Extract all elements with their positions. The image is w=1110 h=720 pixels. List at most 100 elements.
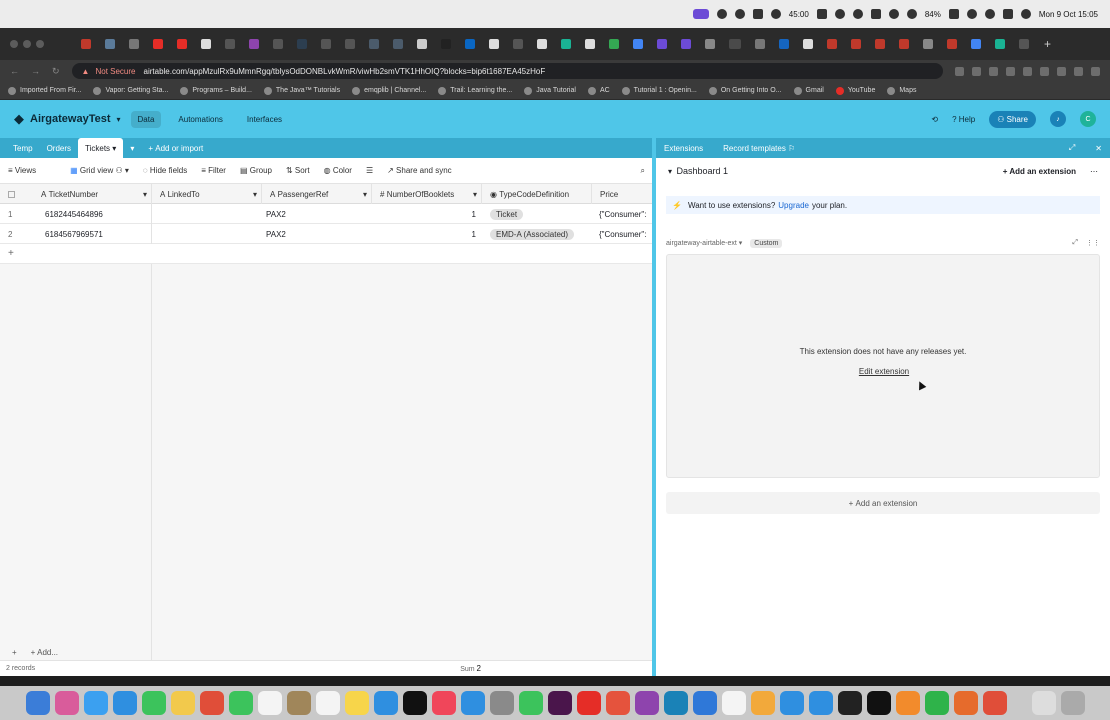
cell-price[interactable]: {"Consumer": [591, 204, 653, 224]
browser-tab[interactable] [899, 39, 909, 49]
bookmark[interactable]: Programs – Build... [180, 86, 252, 95]
reminders-icon[interactable] [315, 691, 340, 715]
close-icon[interactable]: ✕ [1095, 144, 1102, 153]
browser-tab[interactable] [417, 39, 427, 49]
facetime-icon[interactable] [228, 691, 253, 715]
textedit-icon[interactable] [721, 691, 746, 715]
cell-linkedto[interactable] [152, 204, 262, 224]
wifi-icon[interactable] [966, 9, 977, 19]
browser-tab[interactable] [827, 39, 837, 49]
browser-tab[interactable] [851, 39, 861, 49]
chrome-icon[interactable] [982, 691, 1007, 715]
table-tab-orders[interactable]: Orders [40, 138, 78, 158]
browser-tab[interactable] [755, 39, 765, 49]
nav-tab-automations[interactable]: Automations [171, 111, 229, 128]
fullscreen-icon[interactable]: ⤢ [1072, 239, 1078, 247]
browser-tab[interactable] [345, 39, 355, 49]
dashboard-name[interactable]: Dashboard 1 [676, 166, 728, 176]
more-tables-chevron-icon[interactable]: ▾ [123, 138, 141, 158]
bookmark-star-icon[interactable] [972, 66, 981, 76]
cell-typecodedefinition[interactable]: EMD-A (Associated) [482, 224, 592, 244]
freeform-icon[interactable] [373, 691, 398, 715]
reload-icon[interactable]: ↻ [52, 66, 60, 77]
browser-tab[interactable] [875, 39, 885, 49]
tab-record-templates[interactable]: Record templates ⚐ [723, 144, 795, 153]
cell-price[interactable]: {"Consumer": [591, 224, 653, 244]
table-row[interactable]: 1 6182445464896 PAX2 1 Ticket {"Consumer… [0, 204, 653, 224]
forward-icon[interactable]: → [31, 66, 40, 76]
url-text[interactable]: airtable.com/appMzulRx9uMmnRgq/tblysOdDO… [144, 67, 546, 76]
column-header-ticketnumber[interactable]: A TicketNumber ▾ [0, 184, 152, 204]
cell-linkedto[interactable] [152, 224, 262, 244]
bookmark[interactable]: Java Tutorial [524, 86, 576, 95]
trash-icon[interactable] [1060, 691, 1085, 715]
bookmark[interactable]: Imported From Fir... [8, 86, 81, 95]
bookmark[interactable]: Vapor: Getting Sta... [93, 86, 168, 95]
browser-tab[interactable] [947, 39, 957, 49]
browser-tab[interactable] [369, 39, 379, 49]
browser-tab[interactable] [273, 39, 283, 49]
share-icon[interactable] [955, 66, 964, 76]
browser-tab[interactable] [681, 39, 691, 49]
readdle-icon[interactable] [605, 691, 630, 715]
chevron-down-icon[interactable]: ▾ [473, 190, 477, 199]
add-extension-bottom-button[interactable]: + Add an extension [666, 492, 1100, 514]
bluetooth-icon[interactable] [870, 9, 881, 19]
menu-icon[interactable] [1091, 66, 1100, 76]
browser-tab[interactable] [81, 39, 91, 49]
postman-icon[interactable] [750, 691, 775, 715]
add-or-import-button[interactable]: + Add or import [141, 138, 210, 158]
back-icon[interactable]: ← [10, 66, 19, 76]
column-header-price[interactable]: Price [592, 184, 653, 204]
hide-fields-button[interactable]: ◌ Hide fields [143, 166, 187, 175]
vscode-insiders-icon[interactable] [692, 691, 717, 715]
extension-icon[interactable] [1006, 66, 1015, 76]
mail-icon[interactable] [83, 691, 108, 715]
drag-handle-icon[interactable]: ⋮⋮ [1086, 239, 1100, 247]
github-icon[interactable] [734, 9, 745, 19]
cell-ticketnumber[interactable]: 6182445464896 [37, 204, 152, 224]
color-button[interactable]: ◍ Color [324, 166, 352, 175]
chevron-down-icon[interactable]: ▾ [668, 167, 672, 176]
browser-tab[interactable] [995, 39, 1005, 49]
cell-passengerref[interactable]: PAX2 [258, 224, 368, 244]
browser-tab[interactable] [177, 39, 187, 49]
browser-tab-active[interactable] [729, 39, 741, 49]
new-tab-button[interactable]: + [1044, 37, 1051, 51]
browser-tab[interactable] [971, 39, 981, 49]
battery-icon[interactable] [948, 9, 959, 19]
music-icon[interactable] [431, 691, 456, 715]
chevron-down-icon[interactable]: ▾ [112, 144, 116, 153]
browser-tab[interactable] [513, 39, 523, 49]
documents-folder-icon[interactable] [1031, 691, 1056, 715]
browser-tab[interactable] [489, 39, 499, 49]
calendar-icon[interactable] [257, 691, 282, 715]
browser-tab[interactable] [561, 39, 571, 49]
evernote-icon[interactable] [924, 691, 949, 715]
browser-tab[interactable] [609, 39, 619, 49]
airtable-logo-icon[interactable]: ◆ [14, 111, 24, 127]
browser-tab[interactable] [297, 39, 307, 49]
browser-tab[interactable] [225, 39, 235, 49]
firefox-icon[interactable] [895, 691, 920, 715]
chart-icon[interactable] [816, 9, 827, 19]
chevron-down-icon[interactable]: ▾ [117, 115, 121, 124]
add-record-button[interactable]: + Add... [31, 648, 58, 657]
column-header-passengerref[interactable]: A PassengerRef ▾ [262, 184, 372, 204]
grammarly-icon[interactable] [852, 9, 863, 19]
bookmark[interactable]: AC [587, 86, 610, 95]
notifications-bell-icon[interactable]: ♪ [1050, 111, 1066, 127]
browser-tab[interactable] [129, 39, 139, 49]
add-extension-button[interactable]: + Add an extension [1003, 167, 1076, 176]
slack-icon[interactable] [547, 691, 572, 715]
timer-icon[interactable] [770, 9, 781, 19]
avatar[interactable]: C [1080, 111, 1096, 127]
launchpad-icon[interactable] [54, 691, 79, 715]
upgrade-link[interactable]: Upgrade [778, 201, 809, 210]
whatsapp-icon[interactable] [518, 691, 543, 715]
browser-tab[interactable] [657, 39, 667, 49]
more-icon[interactable]: ⋯ [1090, 167, 1098, 176]
tab-extensions[interactable]: Extensions [664, 144, 703, 153]
xcode-icon[interactable] [779, 691, 804, 715]
browser-tab[interactable] [537, 39, 547, 49]
